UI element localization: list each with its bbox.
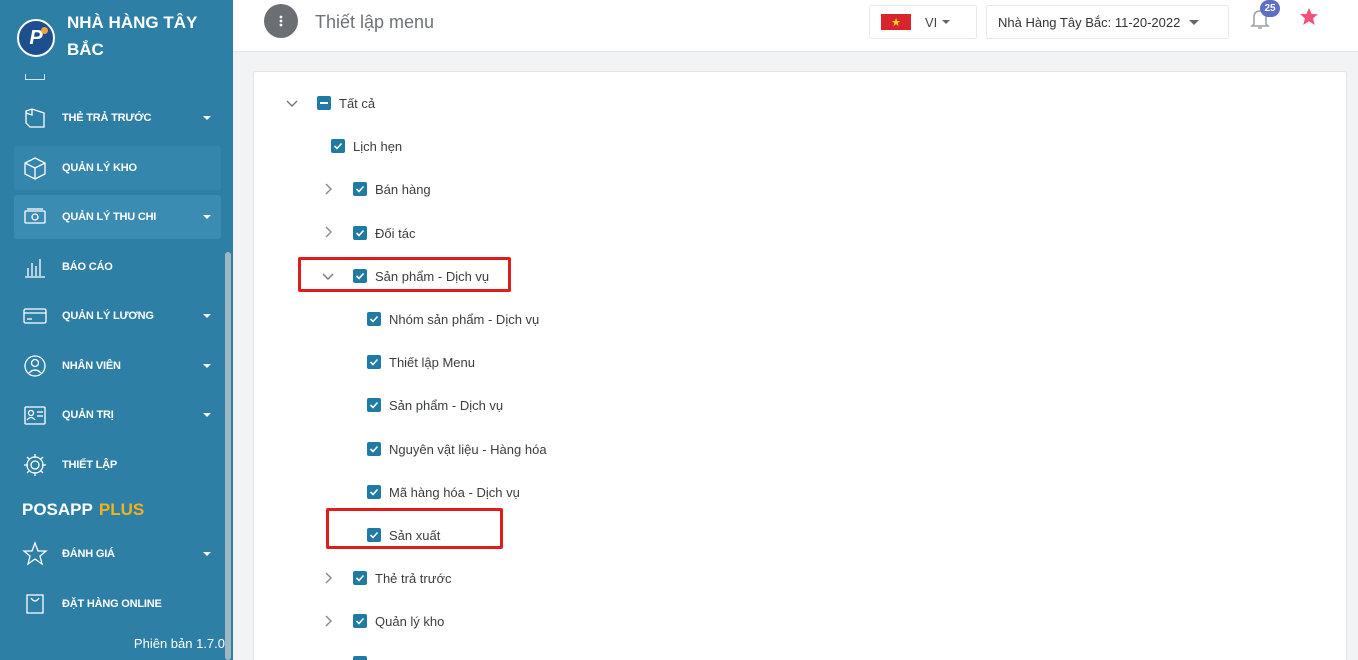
sidebar-item-label: QUẢN LÝ LƯƠNG xyxy=(62,310,154,322)
checked-checkbox[interactable] xyxy=(353,226,367,240)
version-text: Phiên bản 1.7.0 xyxy=(133,636,225,651)
brand[interactable]: P NHÀ HÀNG TÂY BẮC xyxy=(0,0,233,74)
chevron-down-icon[interactable] xyxy=(285,96,299,110)
indeterminate-checkbox[interactable] xyxy=(317,96,331,110)
prepaid-card-icon xyxy=(22,105,48,131)
checked-checkbox[interactable] xyxy=(367,442,381,456)
star-outline-icon xyxy=(22,541,48,567)
sidebar: P NHÀ HÀNG TÂY BẮC THẺ TRẢ TRƯỚC QUẢN LÝ… xyxy=(0,0,233,660)
vertical-dots-icon xyxy=(279,15,283,27)
tree-node-label: Đối tác xyxy=(375,225,416,241)
language-value: VI xyxy=(925,14,938,30)
sidebar-item-label: THIẾT LẬP xyxy=(62,459,118,471)
checked-checkbox[interactable] xyxy=(331,139,345,153)
tree-node-label: Lịch hẹn xyxy=(353,138,403,154)
top-header: Thiết lập menu ★ VI Nhà Hàng Tây Bắc: 11… xyxy=(233,0,1358,52)
tree-node-label: Thẻ trả trước xyxy=(375,570,452,586)
tree-node-all[interactable]: Tất cả xyxy=(317,92,375,114)
sidebar-item-salary[interactable]: QUẢN LÝ LƯƠNG xyxy=(14,294,221,338)
checked-checkbox[interactable] xyxy=(353,614,367,628)
tree-node-label: Mã hàng hóa - Dịch vụ xyxy=(389,484,520,500)
sidebar-item-admin[interactable]: QUẢN TRỊ xyxy=(14,393,221,437)
partial-checkbox[interactable] xyxy=(353,656,367,660)
chevron-right-icon[interactable] xyxy=(321,182,335,196)
sidebar-item-label: ĐẶT HÀNG ONLINE xyxy=(62,598,162,610)
chevron-right-icon[interactable] xyxy=(321,225,335,239)
box-icon xyxy=(22,155,48,181)
tree-node-label: Sản phẩm - Dịch vụ xyxy=(389,397,504,413)
caret-down-icon xyxy=(203,364,211,368)
caret-down-icon xyxy=(203,116,211,120)
caret-down-icon xyxy=(203,413,211,417)
caret-down-icon xyxy=(1189,19,1199,25)
sidebar-item-reports[interactable]: BÁO CÁO xyxy=(14,245,221,289)
more-menu-button[interactable] xyxy=(264,4,298,38)
checked-checkbox[interactable] xyxy=(367,398,381,412)
caret-down-icon xyxy=(203,552,211,556)
sidebar-item-label: QUẢN LÝ THU CHI xyxy=(62,211,157,223)
gear-icon xyxy=(22,452,48,478)
highlight-box xyxy=(298,257,511,292)
shopping-bag-icon xyxy=(22,591,48,617)
sidebar-item-income-expense[interactable]: QUẢN LÝ THU CHI xyxy=(14,195,221,239)
tree-node-label: Nhóm sản phẩm - Dịch vụ xyxy=(389,311,540,327)
chevron-right-icon[interactable] xyxy=(321,614,335,628)
checked-checkbox[interactable] xyxy=(367,355,381,369)
sidebar-item-label: ĐÁNH GIÁ xyxy=(62,548,115,560)
store-value: Nhà Hàng Tây Bắc: 11-20-2022 xyxy=(998,14,1181,30)
checked-checkbox[interactable] xyxy=(367,312,381,326)
store-select[interactable]: Nhà Hàng Tây Bắc: 11-20-2022 xyxy=(986,5,1229,39)
tree-node-prepaid-card[interactable]: Thẻ trả trước xyxy=(353,567,451,589)
sidebar-item-label: QUẢN TRỊ xyxy=(62,409,114,421)
sidebar-item-warehouse[interactable]: QUẢN LÝ KHO xyxy=(14,146,221,190)
sidebar-item-label: QUẢN LÝ KHO xyxy=(62,162,137,174)
language-select[interactable]: ★ VI xyxy=(869,5,977,39)
tree-node-item-codes[interactable]: Mã hàng hóa - Dịch vụ xyxy=(367,481,520,503)
tree-node-label: Thiết lập Menu xyxy=(389,354,475,370)
tree-node-label: Bán hàng xyxy=(375,181,431,197)
tree-node-sales[interactable]: Bán hàng xyxy=(353,178,431,200)
sidebar-item-prepaid-card[interactable]: THẺ TRẢ TRƯỚC xyxy=(14,96,221,140)
page-title: Thiết lập menu xyxy=(315,12,435,32)
credit-card-icon xyxy=(22,303,48,329)
user-icon xyxy=(22,353,48,379)
chevron-right-icon[interactable] xyxy=(321,571,335,585)
sidebar-item-reviews[interactable]: ĐÁNH GIÁ xyxy=(14,532,221,576)
tree-node-warehouse[interactable]: Quản lý kho xyxy=(353,610,444,632)
sidebar-item-label: NHÂN VIÊN xyxy=(62,360,121,372)
caret-down-icon xyxy=(942,20,951,24)
notification-badge: 25 xyxy=(1260,0,1280,17)
sidebar-item-online-order[interactable]: ĐẶT HÀNG ONLINE xyxy=(14,582,221,626)
highlight-box xyxy=(326,508,503,549)
brand-name: NHÀ HÀNG TÂY BẮC xyxy=(67,13,198,59)
tree-node-label: Quản lý kho xyxy=(375,613,445,629)
caret-down-icon xyxy=(203,215,211,219)
cash-icon xyxy=(22,204,48,230)
tree-node-partners[interactable]: Đối tác xyxy=(353,222,415,244)
checked-checkbox[interactable] xyxy=(353,571,367,585)
tree-node-products-services-child[interactable]: Sản phẩm - Dịch vụ xyxy=(367,394,503,416)
tree-node-label: Tất cả xyxy=(339,95,376,111)
vietnam-flag-icon: ★ xyxy=(881,14,911,30)
tree-node-product-groups[interactable]: Nhóm sản phẩm - Dịch vụ xyxy=(367,308,539,330)
checked-checkbox[interactable] xyxy=(367,485,381,499)
favorite-star-icon[interactable] xyxy=(1299,7,1319,27)
tree-node-materials[interactable]: Nguyên vật liệu - Hàng hóa xyxy=(367,438,547,460)
tree-node-label: Nguyên vật liệu - Hàng hóa xyxy=(389,441,547,457)
bar-chart-icon xyxy=(22,254,48,280)
sidebar-item-settings[interactable]: THIẾT LẬP xyxy=(14,443,221,487)
sidebar-scrollbar[interactable] xyxy=(225,252,231,660)
brand-logo: P xyxy=(17,19,55,57)
tree-node-menu-setup[interactable]: Thiết lập Menu xyxy=(367,351,475,373)
sidebar-item-label: BÁO CÁO xyxy=(62,261,113,273)
partial-menu-icon xyxy=(25,74,45,80)
sidebar-item-label: THẺ TRẢ TRƯỚC xyxy=(62,112,152,124)
posapp-plus-logo: POSAPP PLUS xyxy=(22,500,145,519)
sidebar-item-staff[interactable]: NHÂN VIÊN xyxy=(14,344,221,388)
id-card-icon xyxy=(22,402,48,428)
checked-checkbox[interactable] xyxy=(353,182,367,196)
tree-node-appointments[interactable]: Lịch hẹn xyxy=(331,135,402,157)
caret-down-icon xyxy=(203,314,211,318)
